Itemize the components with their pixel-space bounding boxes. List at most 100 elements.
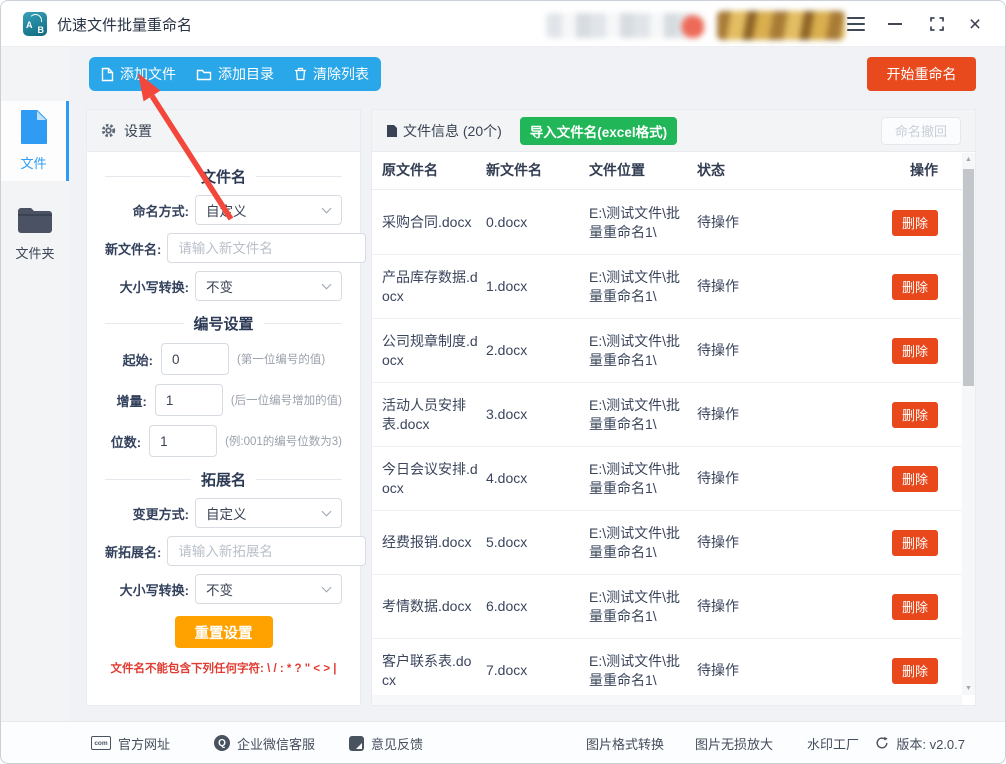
vertical-scrollbar: ▲ ▼ [962,153,975,695]
new-ext-input[interactable] [167,536,366,566]
action-cell: 删除 [855,658,962,684]
delete-button[interactable]: 删除 [892,338,938,364]
table-row: 经费报销.docx5.docxE:\测试文件\批量重命名1\待操作删除 [372,511,962,575]
wechat-service-link[interactable]: Q 企业微信客服 [214,722,315,764]
ext-mode-value: 自定义 [206,503,247,523]
clear-list-button[interactable]: 清除列表 [294,64,369,84]
new-filename: 5.docx [486,533,581,552]
col-new-filename: 新文件名 [486,161,581,180]
scroll-up-icon[interactable]: ▲ [962,156,975,163]
feedback-label: 意见反馈 [371,734,423,753]
digits-label: 位数: [105,432,141,451]
delete-button[interactable]: 删除 [892,466,938,492]
status-label: 待操作 [697,469,847,488]
logo-letter-a: A [26,20,33,30]
action-cell: 删除 [855,466,962,492]
ext-case-label: 大小写转换: [105,580,189,599]
add-file-button[interactable]: 添加文件 [101,64,176,84]
footer: com 官方网址 Q 企业微信客服 意见反馈 图片格式转换 图片无损放大 水印工… [1,721,1005,763]
table-row: 今日会议安排.docx4.docxE:\测试文件\批量重命名1\待操作删除 [372,447,962,511]
chevron-down-icon [322,507,332,517]
start-number-input[interactable] [161,343,229,375]
delete-button[interactable]: 删除 [892,274,938,300]
filename-case-select[interactable]: 不变 [195,271,342,301]
action-cell: 删除 [855,274,962,300]
delete-button[interactable]: 删除 [892,658,938,684]
add-file-label: 添加文件 [120,64,176,84]
sidebar-folders-label: 文件夹 [1,243,69,262]
ext-case-select[interactable]: 不变 [195,574,342,604]
redacted-badge-1[interactable] [546,13,704,38]
image-lossless-zoom-link[interactable]: 图片无损放大 [695,722,773,764]
filename-case-value: 不变 [206,276,233,296]
file-path: E:\测试文件\批量重命名1\ [589,588,689,626]
sidebar-files-label: 文件 [1,153,66,172]
old-filename: 产品库存数据.docx [382,268,478,306]
folder-dark-icon [16,205,54,235]
digits-hint: (例:001的编号位数为3) [225,433,342,449]
app-logo-icon: A B [23,12,47,36]
old-filename: 采购合同.docx [382,213,478,232]
official-site-link[interactable]: com 官方网址 [91,722,170,764]
delete-button[interactable]: 删除 [892,402,938,428]
watermark-factory-link[interactable]: 水印工厂 [807,722,859,764]
status-label: 待操作 [697,597,847,616]
minimize-button[interactable] [883,13,907,35]
naming-mode-select[interactable]: 自定义 [195,195,342,225]
scrollbar-thumb[interactable] [963,169,974,386]
digits-input[interactable] [149,425,217,457]
file-blue-icon [18,109,50,145]
increment-input[interactable] [155,384,223,416]
invalid-chars-warning: 文件名不能包含下列任何字符: \ / : * ? " < > | [105,660,342,676]
maximize-button[interactable] [925,13,949,35]
maximize-icon [928,15,946,33]
table-row: 公司规章制度.docx2.docxE:\测试文件\批量重命名1\待操作删除 [372,319,962,383]
file-table-panel: 文件信息 (20个) 导入文件名(excel格式) 命名撤回 原文件名 新文件名… [371,109,976,706]
ext-mode-label: 变更方式: [105,504,189,523]
status-label: 待操作 [697,661,847,680]
table-row: 客户联系表.docx7.docxE:\测试文件\批量重命名1\待操作删除 [372,639,962,695]
folder-icon [196,68,212,81]
toolbar-button-group: 添加文件 添加目录 清除列表 [89,57,381,91]
section-numbering: 编号设置 [105,313,342,334]
table-row: 考情数据.docx6.docxE:\测试文件\批量重命名1\待操作删除 [372,575,962,639]
table-column-header: 原文件名 新文件名 文件位置 状态 操作 [372,152,975,190]
reset-settings-button[interactable]: 重置设置 [175,616,273,648]
import-excel-button[interactable]: 导入文件名(excel格式) [520,117,677,145]
new-filename-input[interactable] [167,233,366,263]
delete-button[interactable]: 删除 [892,594,938,620]
settings-header: 设置 [87,110,360,152]
col-status: 状态 [697,161,847,180]
file-path: E:\测试文件\批量重命名1\ [589,332,689,370]
table-header-bar: 文件信息 (20个) 导入文件名(excel格式) 命名撤回 [372,110,975,152]
feedback-link[interactable]: 意见反馈 [349,722,423,764]
start-rename-button[interactable]: 开始重命名 [867,57,976,91]
close-button[interactable]: × [963,13,987,35]
chevron-down-icon [322,583,332,593]
file-path: E:\测试文件\批量重命名1\ [589,396,689,434]
delete-button[interactable]: 删除 [892,530,938,556]
image-format-convert-link[interactable]: 图片格式转换 [586,722,664,764]
section-filename: 文件名 [105,166,342,187]
ext-mode-select[interactable]: 自定义 [195,498,342,528]
filename-case-label: 大小写转换: [105,277,189,296]
add-folder-button[interactable]: 添加目录 [196,64,274,84]
start-number-label: 起始: [105,350,153,369]
scroll-down-icon[interactable]: ▼ [962,685,975,692]
delete-button[interactable]: 删除 [892,210,938,236]
new-filename: 1.docx [486,277,581,296]
menu-icon[interactable] [844,13,868,35]
sidebar-item-files[interactable]: 文件 [1,101,69,181]
ext-case-value: 不变 [206,579,233,599]
logo-letter-b: B [38,25,45,35]
redacted-badge-2[interactable] [717,11,845,40]
new-ext-label: 新拓展名: [105,542,161,561]
undo-rename-button[interactable]: 命名撤回 [881,117,961,145]
sidebar-item-folders[interactable]: 文件夹 [1,195,69,269]
increment-hint: (后一位编号增加的值) [231,392,342,408]
app-window: A B 优速文件批量重命名 × 添加文件 添加目录 [0,0,1006,764]
file-path: E:\测试文件\批量重命名1\ [589,204,689,242]
trash-icon [294,67,307,81]
refresh-icon[interactable] [875,736,889,750]
file-path: E:\测试文件\批量重命名1\ [589,524,689,562]
